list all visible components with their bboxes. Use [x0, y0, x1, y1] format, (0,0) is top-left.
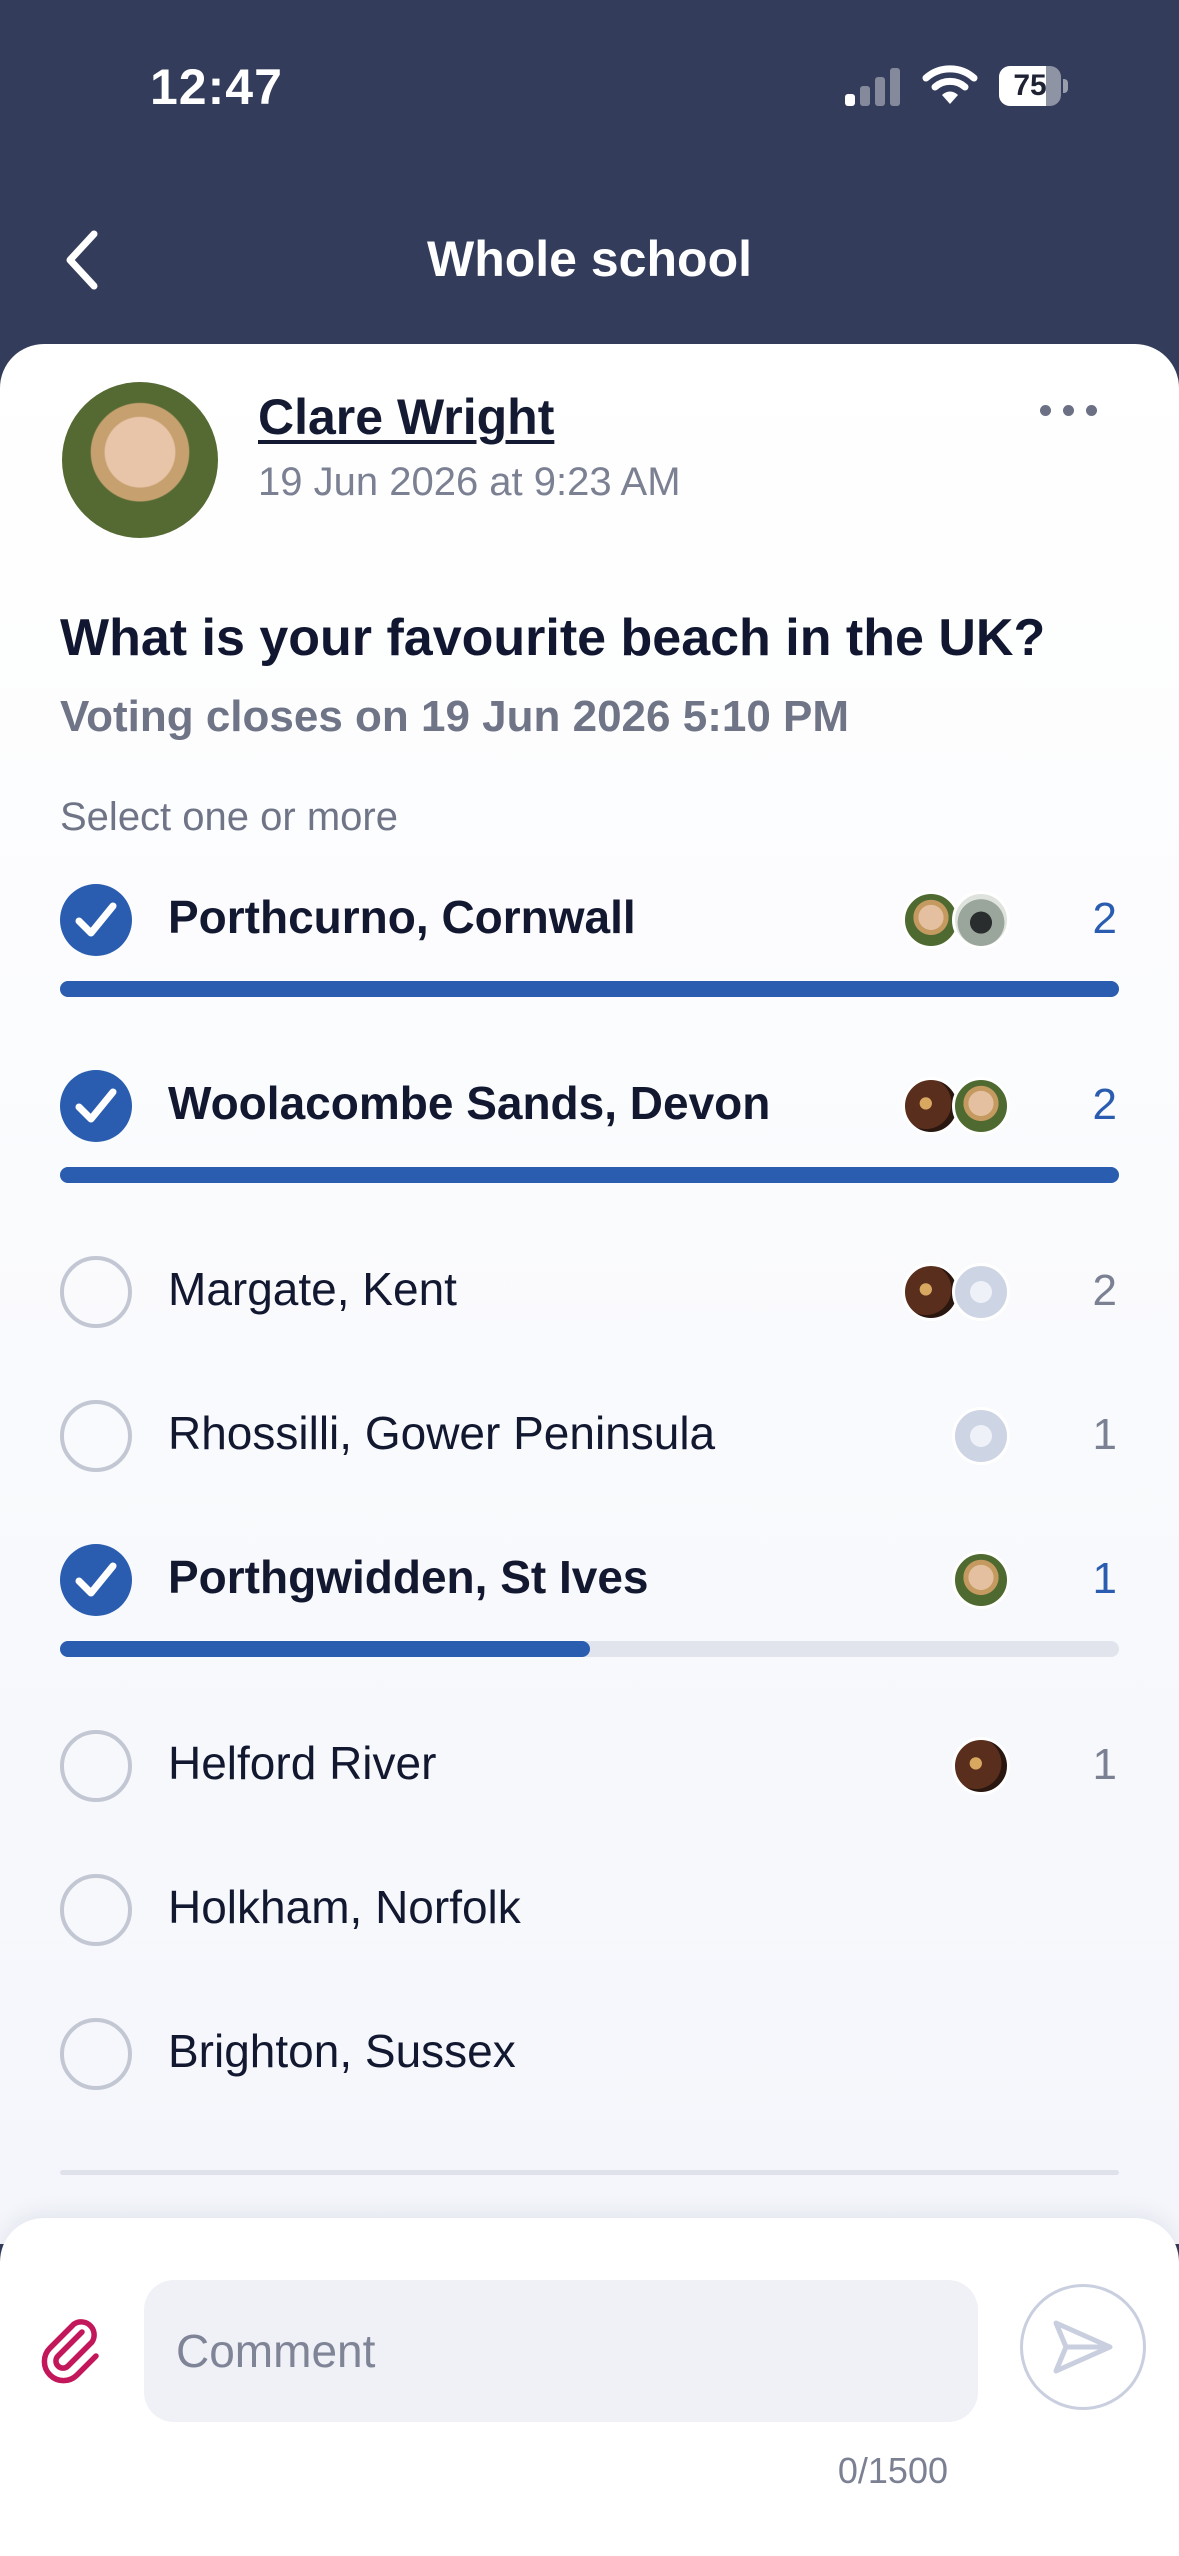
poll-option-holkham[interactable]: Holkham, Norfolk: [0, 1850, 1179, 1970]
option-label: Margate, Kent: [168, 1263, 457, 1315]
vote-count: 1: [1092, 1410, 1117, 1459]
vote-progress-fill: [60, 981, 1119, 997]
vote-count: 2: [1092, 1266, 1117, 1315]
voter-avatar: [952, 1077, 1010, 1135]
checked-circle-icon[interactable]: [60, 1070, 132, 1142]
comment-input[interactable]: [144, 2280, 978, 2422]
send-icon: [1053, 2320, 1113, 2374]
poll-option-woolacombe[interactable]: Woolacombe Sands, Devon 2: [0, 1046, 1179, 1166]
app-header: 12:47 75 Whole school: [0, 0, 1179, 360]
vote-progress-fill: [60, 1167, 1119, 1183]
option-label: Holkham, Norfolk: [168, 1881, 521, 1933]
send-button[interactable]: [1020, 2284, 1146, 2410]
option-label: Brighton, Sussex: [168, 2025, 516, 2077]
checked-circle-icon[interactable]: [60, 1544, 132, 1616]
voter-avatar: [952, 891, 1010, 949]
vote-count: 2: [1092, 894, 1117, 943]
user-placeholder-icon: [952, 1407, 1010, 1465]
checked-circle-icon[interactable]: [60, 884, 132, 956]
vote-count: 1: [1092, 1554, 1117, 1603]
author-name-link[interactable]: Clare Wright: [258, 388, 554, 446]
vote-progress-fill: [60, 1641, 590, 1657]
more-dots-icon: [1039, 404, 1051, 416]
vote-progress-bar: [60, 1167, 1119, 1183]
poll-option-brighton[interactable]: Brighton, Sussex: [0, 1994, 1179, 2114]
vote-count: 1: [1092, 1740, 1117, 1789]
poll-question: What is your favourite beach in the UK?: [60, 609, 1046, 667]
user-placeholder-icon: [952, 1263, 1010, 1321]
status-time: 12:47: [150, 59, 283, 115]
unchecked-circle-icon[interactable]: [60, 1730, 132, 1802]
page-title: Whole school: [427, 231, 752, 287]
attach-button[interactable]: [34, 2312, 108, 2386]
character-count: 0/1500: [837, 2450, 948, 2491]
vote-progress-bar: [60, 981, 1119, 997]
voter-avatar: [952, 1551, 1010, 1609]
poll-option-porthcurno[interactable]: Porthcurno, Cornwall 2: [0, 860, 1179, 980]
poll-option-rhossilli[interactable]: Rhossilli, Gower Peninsula 1: [0, 1376, 1179, 1496]
unchecked-circle-icon[interactable]: [60, 1874, 132, 1946]
paperclip-icon: [41, 2319, 99, 2384]
poll-option-helford[interactable]: Helford River 1: [0, 1706, 1179, 1826]
poll-option-margate[interactable]: Margate, Kent 2: [0, 1232, 1179, 1352]
cellular-signal-icon: [845, 68, 900, 106]
poll-option-porthgwidden[interactable]: Porthgwidden, St Ives 1: [0, 1520, 1179, 1640]
more-options-button[interactable]: [1028, 390, 1108, 430]
option-label: Woolacombe Sands, Devon: [168, 1077, 771, 1129]
battery-icon: 75: [999, 66, 1068, 106]
battery-level: 75: [1013, 69, 1047, 102]
unchecked-circle-icon[interactable]: [60, 1256, 132, 1328]
voter-avatar: [952, 1737, 1010, 1795]
select-hint: Select one or more: [60, 795, 398, 839]
option-label: Porthcurno, Cornwall: [168, 891, 636, 943]
wifi-icon: [922, 65, 978, 104]
option-label: Helford River: [168, 1737, 437, 1789]
option-label: Rhossilli, Gower Peninsula: [168, 1407, 716, 1459]
option-label: Porthgwidden, St Ives: [168, 1551, 649, 1603]
unchecked-circle-icon[interactable]: [60, 2018, 132, 2090]
vote-count: 2: [1092, 1080, 1117, 1129]
author-avatar[interactable]: [62, 382, 218, 538]
vote-progress-bar: [60, 1641, 1119, 1657]
unchecked-circle-icon[interactable]: [60, 1400, 132, 1472]
divider: [60, 2170, 1119, 2175]
voting-closes-text: Voting closes on 19 Jun 2026 5:10 PM: [60, 692, 850, 741]
post-timestamp: 19 Jun 2026 at 9:23 AM: [258, 460, 681, 504]
